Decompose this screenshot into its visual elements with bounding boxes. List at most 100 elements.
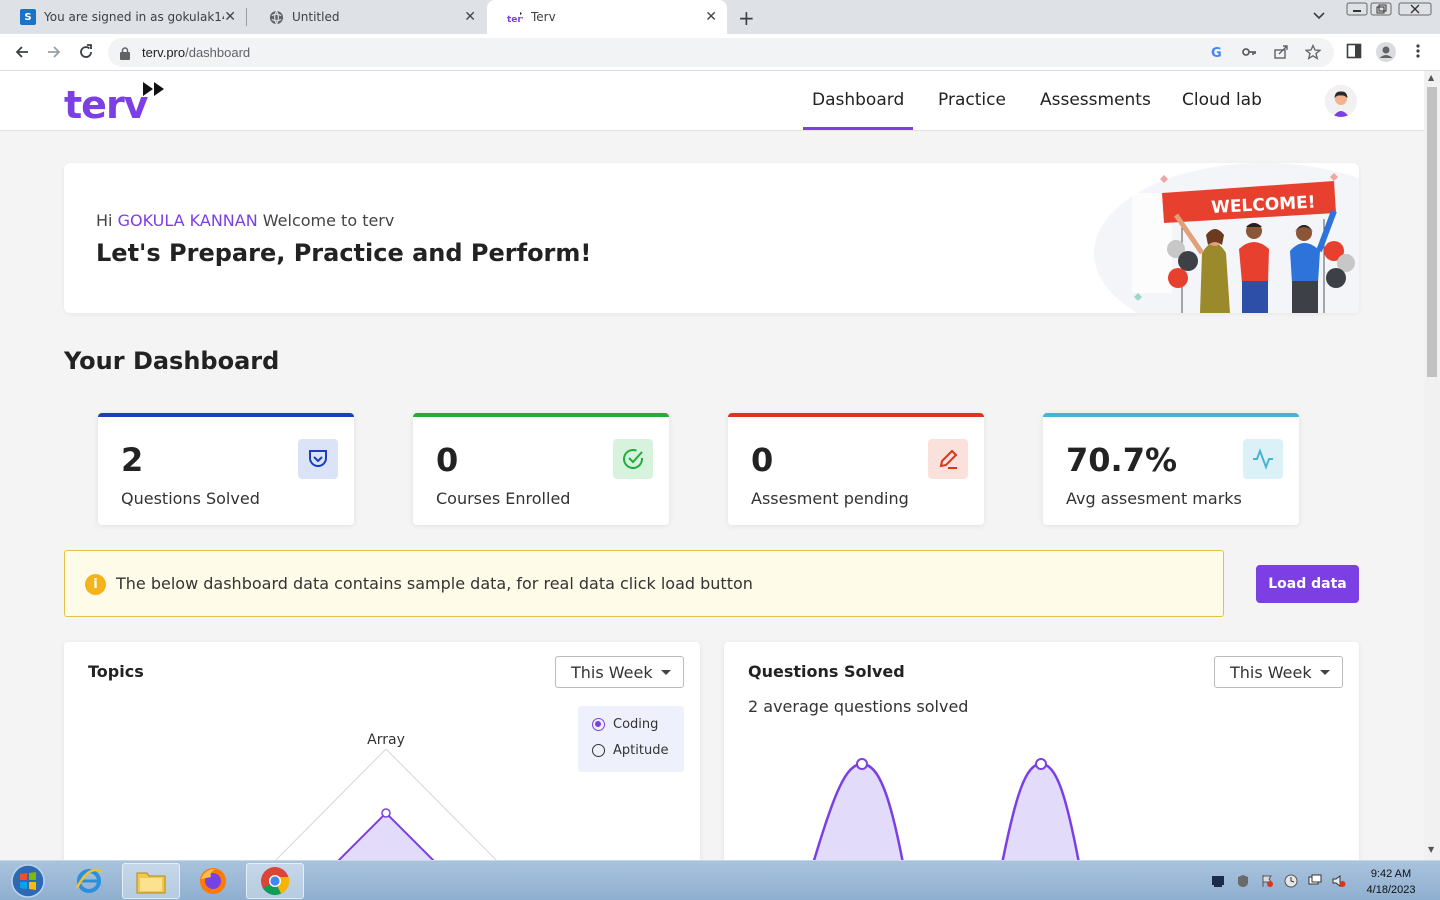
bookmark-star-icon[interactable] [1304, 43, 1322, 62]
firefox-icon[interactable] [184, 863, 242, 899]
file-explorer-icon[interactable] [122, 863, 180, 899]
nav-cloud-lab[interactable]: Cloud lab [1182, 90, 1262, 110]
area-peak-1 [812, 762, 904, 860]
radar-point[interactable] [381, 808, 391, 818]
chrome-icon[interactable] [246, 863, 304, 899]
minimize-window-button[interactable] [1346, 2, 1368, 19]
sample-data-notice: i The below dashboard data contains samp… [64, 550, 1224, 617]
url-text[interactable]: terv.pro/dashboard [142, 45, 250, 60]
tagline: Let's Prepare, Practice and Perform! [96, 239, 592, 267]
svg-text:G: G [1211, 46, 1222, 60]
shield-icon [298, 439, 338, 479]
site-header: terv Dashboard Practice Assessments Clou… [0, 71, 1424, 131]
stat-value: 0 [751, 441, 774, 479]
windows-taskbar: 9:42 AM 4/18/2023 [0, 860, 1440, 900]
restore-window-button[interactable] [1370, 2, 1392, 19]
start-button[interactable] [6, 863, 50, 899]
area-peak-2 [1001, 762, 1080, 860]
data-point[interactable] [1035, 758, 1047, 770]
notice-message: The below dashboard data contains sample… [116, 574, 753, 593]
svg-text:terv: terv [507, 15, 523, 23]
close-tab-icon[interactable]: ✕ [224, 9, 236, 25]
tab-search-chevron-icon[interactable] [1312, 8, 1326, 25]
flag-tray-icon[interactable] [1260, 874, 1274, 888]
side-panel-icon[interactable] [1346, 43, 1362, 63]
close-window-button[interactable] [1398, 2, 1432, 19]
stat-value: 2 [121, 441, 144, 479]
tab-title: Untitled [292, 10, 340, 24]
tab-separator [246, 8, 247, 26]
lock-icon[interactable] [120, 45, 130, 60]
kebab-menu-icon[interactable] [1414, 43, 1422, 63]
stat-label: Courses Enrolled [436, 489, 571, 508]
page-content: terv Dashboard Practice Assessments Clou… [0, 71, 1424, 860]
clock-time: 9:42 AM [1370, 868, 1412, 880]
welcome-illustration: WELCOME! [1094, 163, 1359, 313]
stat-label: Questions Solved [121, 489, 260, 508]
data-point[interactable] [856, 758, 868, 770]
greeting-welcome: Welcome to terv [262, 211, 395, 230]
address-bar[interactable]: terv.pro/dashboard G [108, 38, 1334, 67]
terv-favicon-icon: terv [507, 9, 523, 25]
terv-logo[interactable]: terv [64, 79, 174, 127]
browser-tab-terv[interactable]: terv Terv ✕ [487, 0, 727, 34]
close-tab-icon[interactable]: ✕ [705, 9, 717, 25]
tab-title: Terv [531, 10, 556, 24]
profile-icon[interactable] [1376, 42, 1396, 66]
stat-value: 0 [436, 441, 459, 479]
stat-card-assessment-pending[interactable]: 0 Assesment pending [728, 413, 984, 525]
stat-card-avg-assessment-marks[interactable]: 70.7% Avg assesment marks [1043, 413, 1299, 525]
nav-assessments[interactable]: Assessments [1040, 90, 1151, 110]
scroll-down-arrow-icon[interactable]: ▼ [1428, 845, 1434, 854]
shield-tray-icon[interactable] [1236, 874, 1250, 888]
google-icon[interactable]: G [1208, 44, 1226, 62]
back-arrow-icon[interactable] [12, 42, 32, 62]
topics-card: Topics This Week Coding Aptitude Array [64, 642, 700, 860]
reload-icon[interactable] [76, 42, 96, 62]
nav-dashboard[interactable]: Dashboard [812, 90, 904, 110]
load-data-button[interactable]: Load data [1256, 565, 1359, 603]
topics-radar-chart: Array [275, 732, 497, 860]
radar-series-area [337, 811, 435, 860]
dashboard-title: Your Dashboard [64, 347, 280, 375]
globe-icon [268, 9, 284, 25]
browser-tab-signed-in[interactable]: S You are signed in as gokulak1402 ✕ [0, 0, 246, 34]
welcome-card: Hi GOKULA KANNAN Welcome to terv Let's P… [64, 163, 1359, 313]
tab-title: You are signed in as gokulak1402 [44, 10, 224, 24]
logo-text: terv [64, 83, 148, 127]
share-icon[interactable] [1272, 44, 1290, 62]
close-tab-icon[interactable]: ✕ [464, 9, 476, 25]
radar-axis-label: Array [367, 732, 405, 748]
stat-label: Assesment pending [751, 489, 909, 508]
pencil-icon [928, 439, 968, 479]
greeting: Hi GOKULA KANNAN Welcome to terv [96, 211, 394, 230]
taskbar-clock[interactable]: 9:42 AM 4/18/2023 [1360, 866, 1422, 898]
browser-tab-untitled[interactable]: Untitled ✕ [248, 0, 486, 34]
nav-practice[interactable]: Practice [938, 90, 1006, 110]
clock-date: 4/18/2023 [1366, 884, 1416, 896]
clock-tray-icon[interactable] [1284, 874, 1298, 888]
key-icon[interactable] [1240, 44, 1258, 62]
stat-label: Avg assesment marks [1066, 489, 1242, 508]
volume-muted-tray-icon[interactable] [1332, 874, 1346, 888]
new-tab-button[interactable]: + [738, 6, 755, 30]
active-nav-indicator [803, 127, 913, 130]
user-name: GOKULA KANNAN [117, 211, 258, 230]
stat-value: 70.7% [1066, 441, 1178, 479]
stat-card-courses-enrolled[interactable]: 0 Courses Enrolled [413, 413, 669, 525]
check-circle-icon [613, 439, 653, 479]
forward-arrow-icon[interactable] [44, 42, 64, 62]
page-scrollbar[interactable]: ▲ ▼ [1424, 71, 1440, 860]
stat-card-questions-solved[interactable]: 2 Questions Solved [98, 413, 354, 525]
browser-toolbar: terv.pro/dashboard G [0, 34, 1440, 71]
fast-forward-icon [143, 82, 164, 96]
monitor-tray-icon[interactable] [1211, 874, 1225, 888]
greeting-hi: Hi [96, 211, 113, 230]
tab-favicon-s: S [20, 9, 36, 25]
avatar[interactable] [1325, 85, 1357, 117]
scrollbar-thumb[interactable] [1427, 87, 1437, 377]
scroll-up-arrow-icon[interactable]: ▲ [1428, 73, 1434, 82]
info-icon: i [85, 574, 106, 595]
internet-explorer-icon[interactable] [60, 863, 118, 899]
network-tray-icon[interactable] [1308, 874, 1322, 888]
